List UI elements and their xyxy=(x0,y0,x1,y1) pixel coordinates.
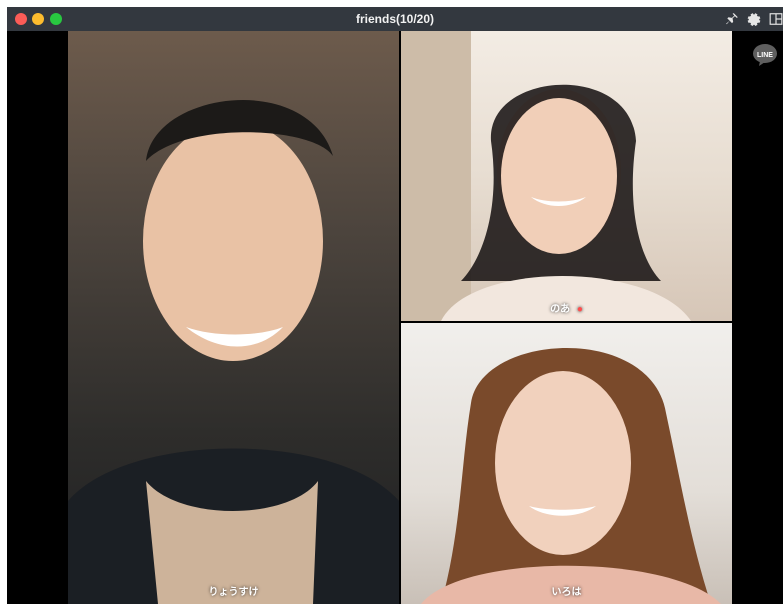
participant-name: いろは xyxy=(551,587,582,598)
participant-name: りょうすけ xyxy=(208,587,259,598)
line-logo: LINE xyxy=(752,43,778,67)
participant-video-bottom-right[interactable]: いろは xyxy=(401,323,732,604)
participant-label-top-right: のあ ● xyxy=(401,300,732,315)
gear-icon[interactable] xyxy=(746,11,762,27)
participant-video-main[interactable]: りょうすけ xyxy=(68,31,399,604)
pin-icon[interactable] xyxy=(724,11,740,27)
svg-text:LINE: LINE xyxy=(757,52,773,59)
layout-icon[interactable] xyxy=(768,11,783,27)
participant-video-top-right[interactable]: のあ ● xyxy=(401,31,732,321)
microphone-muted-icon: ● xyxy=(576,304,583,315)
title-bar: friends(10/20) xyxy=(7,7,783,31)
participant-portrait-man xyxy=(68,100,399,604)
video-call-window: friends(10/20) りょうすけ のあ ● いろは LINE xyxy=(7,7,783,604)
window-title: friends(10/20) xyxy=(355,12,435,26)
participant-portrait-woman-2 xyxy=(421,348,721,604)
participant-portrait-woman-1 xyxy=(401,31,691,321)
participant-name: のあ xyxy=(550,304,571,315)
